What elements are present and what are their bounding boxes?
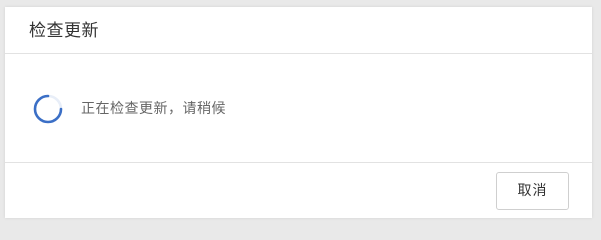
check-update-dialog: 检查更新 正在检查更新，请稍候 取消 bbox=[5, 7, 592, 218]
dialog-header: 检查更新 bbox=[5, 7, 592, 54]
dialog-footer: 取消 bbox=[5, 162, 592, 218]
cancel-button[interactable]: 取消 bbox=[496, 172, 569, 210]
loading-spinner-icon bbox=[32, 93, 64, 125]
status-text: 正在检查更新，请稍候 bbox=[81, 101, 226, 117]
dialog-body: 正在检查更新，请稍候 bbox=[5, 54, 592, 162]
dialog-title: 检查更新 bbox=[29, 21, 99, 41]
